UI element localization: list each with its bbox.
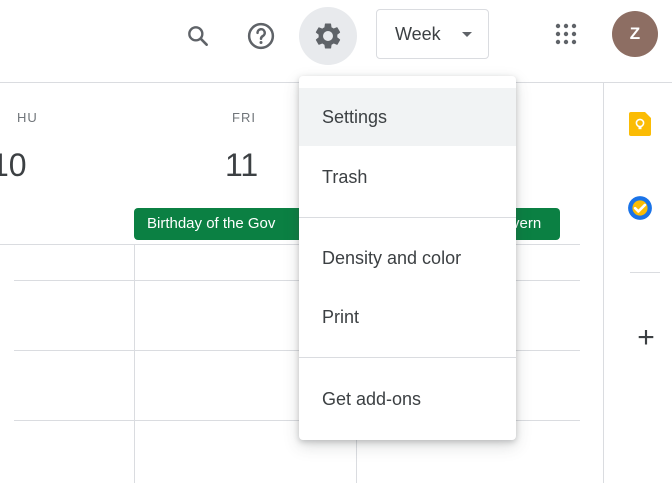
view-select[interactable]: Week [376, 9, 489, 59]
help-button[interactable] [241, 16, 281, 56]
tasks-icon [628, 196, 652, 220]
gear-icon [315, 23, 341, 49]
settings-menu: Settings Trash Density and color Print G… [299, 76, 516, 440]
search-button[interactable] [178, 16, 218, 56]
help-icon [247, 22, 275, 50]
day-number-10[interactable]: 10 [0, 147, 27, 184]
menu-item-print[interactable]: Print [299, 288, 516, 346]
avatar[interactable]: Z [612, 11, 658, 57]
menu-separator [299, 217, 516, 218]
menu-item-settings[interactable]: Settings [299, 88, 516, 146]
avatar-initial: Z [629, 24, 641, 43]
search-icon [188, 26, 208, 46]
keep-icon [629, 112, 651, 136]
all-day-event[interactable]: Birthday of the Gov [134, 208, 304, 240]
menu-item-trash[interactable]: Trash [299, 148, 516, 206]
day-number-11[interactable]: 11 [225, 147, 258, 184]
settings-button[interactable] [299, 7, 357, 65]
day-name-thu: HU [17, 110, 38, 125]
day-name-fri: FRI [232, 110, 256, 125]
menu-item-density-and-color[interactable]: Density and color [299, 229, 516, 287]
add-addon-button[interactable]: + [628, 318, 664, 358]
tasks-button[interactable] [622, 190, 658, 226]
menu-item-get-add-ons[interactable]: Get add-ons [299, 370, 516, 428]
menu-separator [299, 357, 516, 358]
side-panel-separator [630, 272, 660, 273]
day-column-divider [134, 244, 135, 483]
caret-down-icon [462, 32, 472, 37]
view-select-label: Week [395, 23, 441, 44]
apps-grid-icon [555, 23, 577, 45]
apps-button[interactable] [546, 14, 586, 54]
side-panel-divider [603, 82, 604, 483]
event-title-continued: vern [512, 215, 542, 232]
event-title: Birthday of the Gov [147, 215, 276, 232]
keep-button[interactable] [622, 106, 658, 142]
